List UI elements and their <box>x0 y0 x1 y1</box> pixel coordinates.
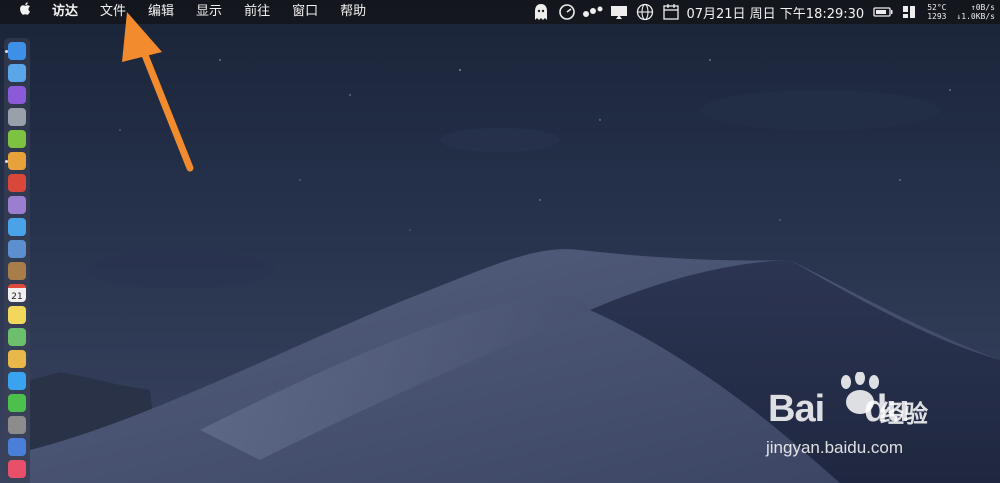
baidu-jingyan-watermark: Bai du 经验 jingyan.baidu.com <box>760 372 960 472</box>
arrow-head-icon <box>122 12 162 62</box>
watermark-brand: 经验 <box>880 400 928 428</box>
watermark-bai: Bai <box>768 388 825 430</box>
watermark-url: jingyan.baidu.com <box>766 438 904 457</box>
